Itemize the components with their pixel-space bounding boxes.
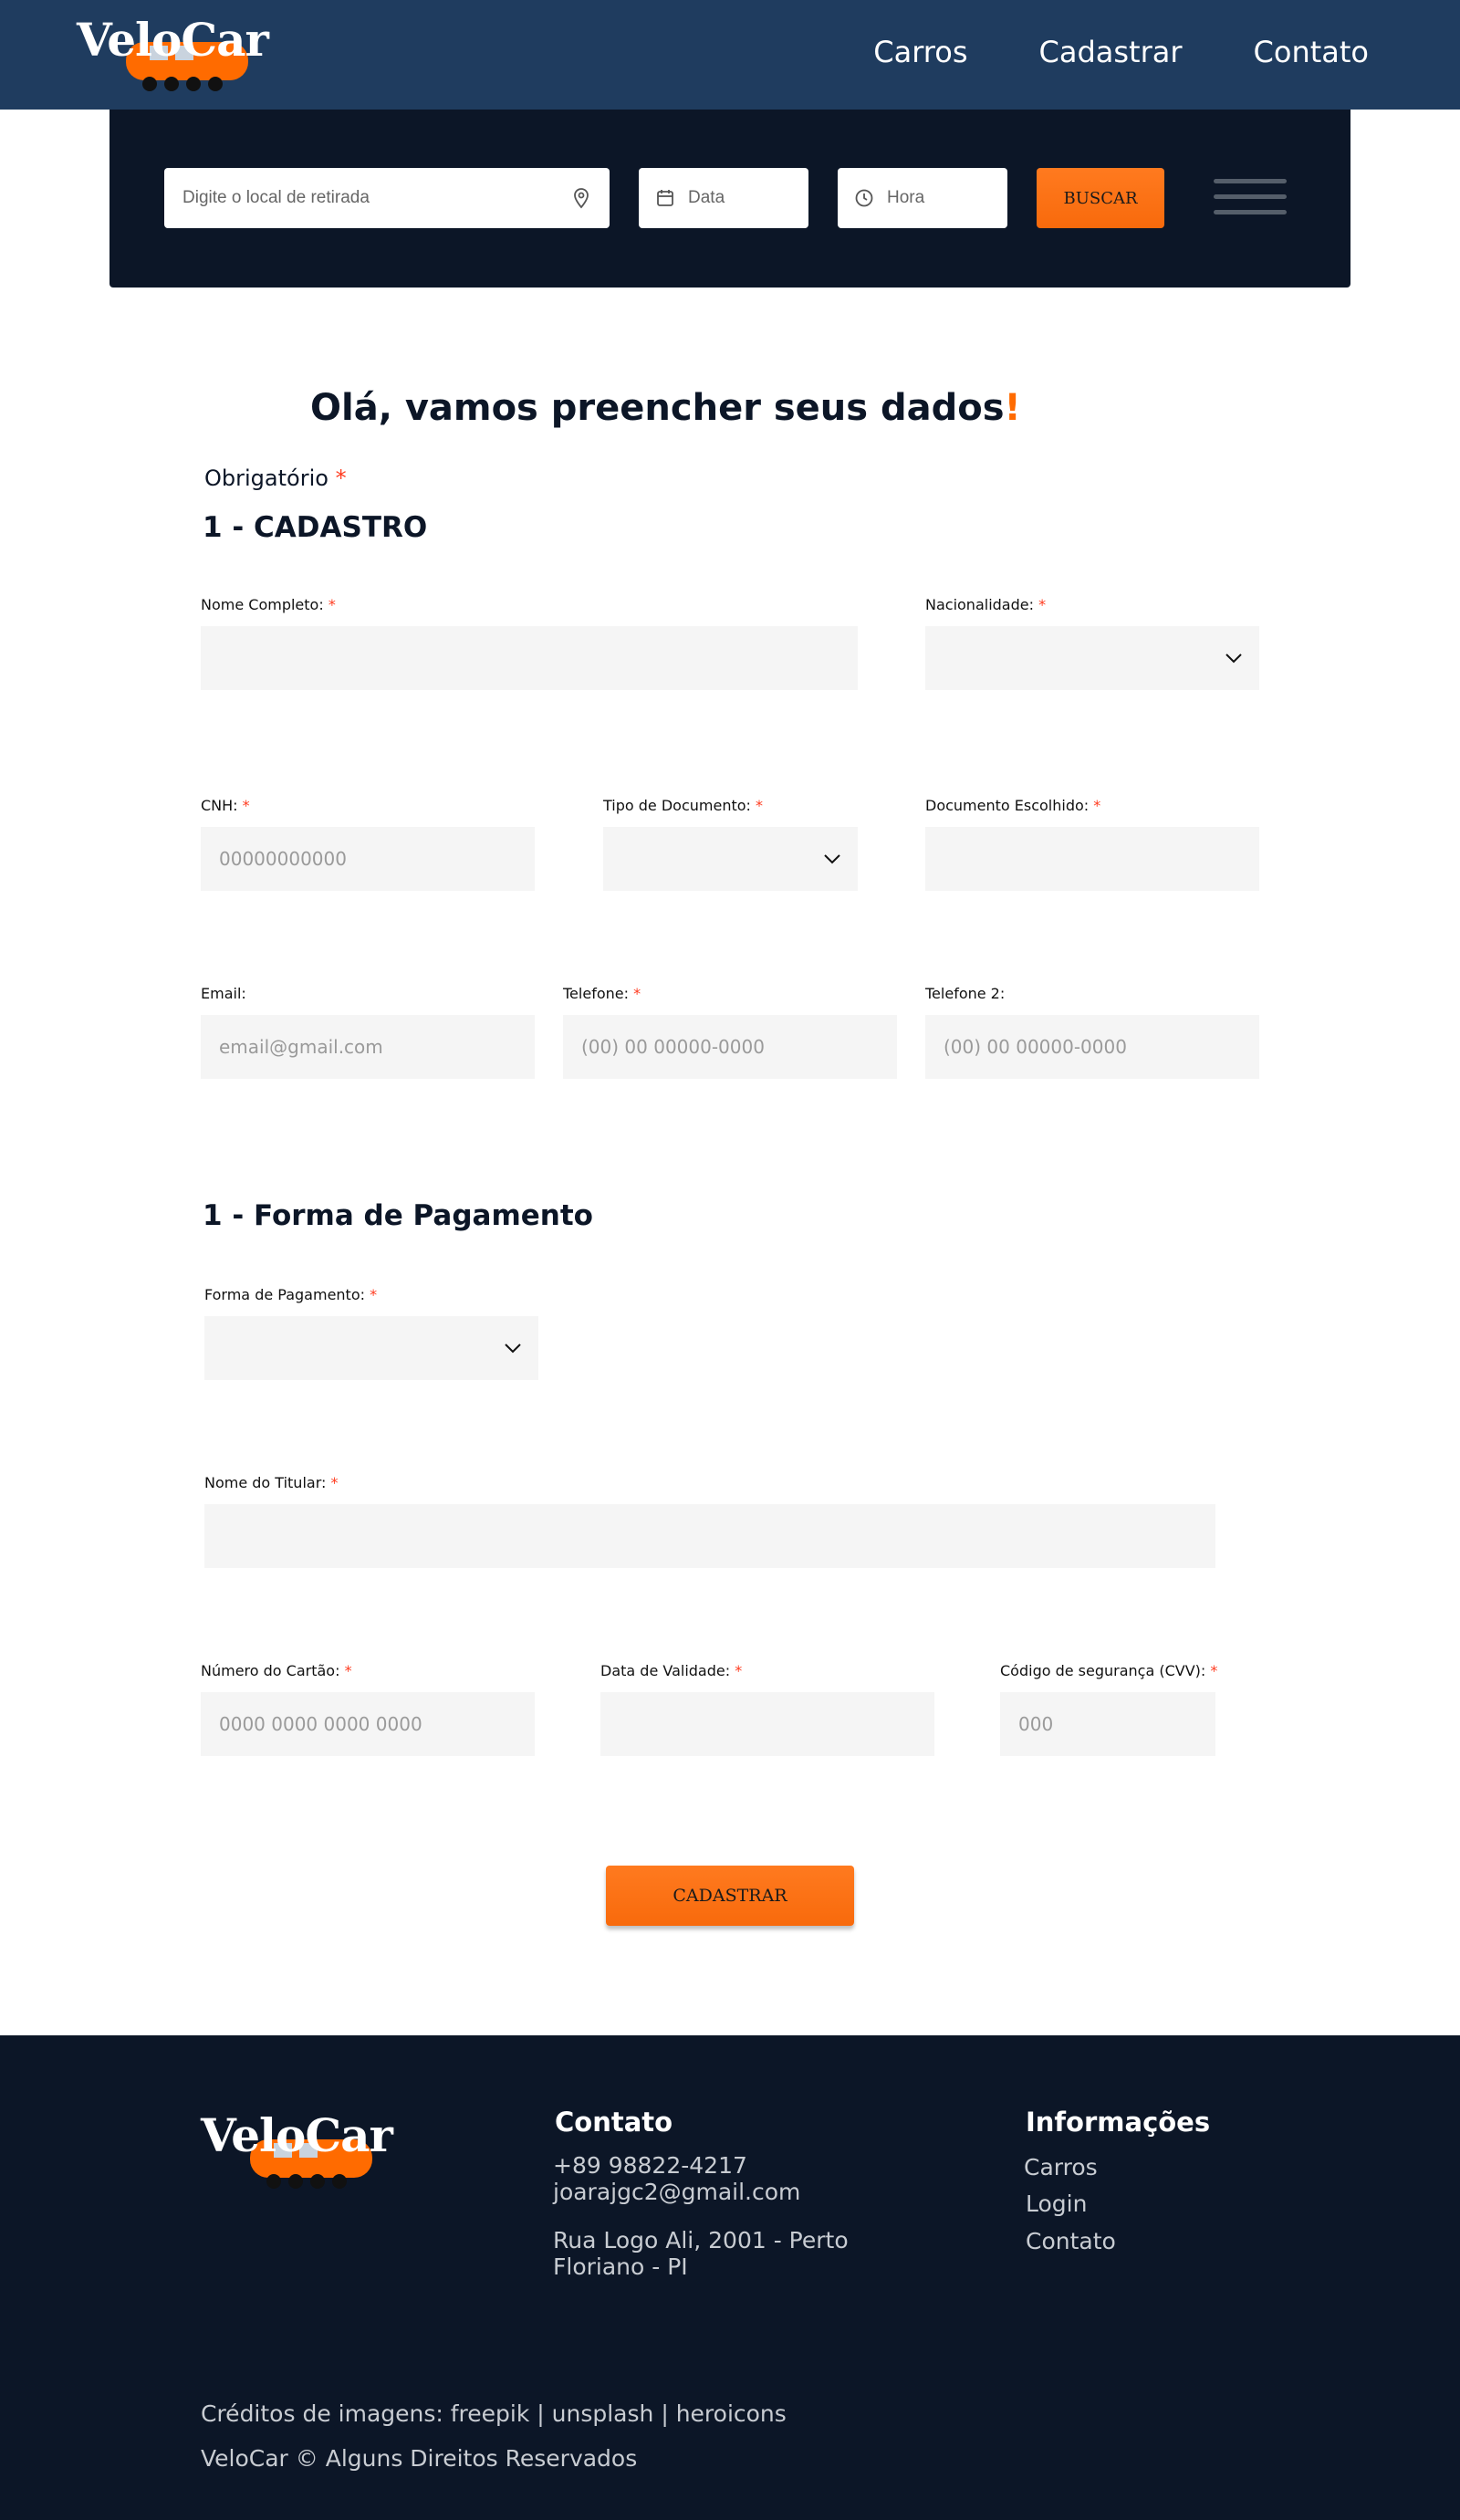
page-title: Olá, vamos preencher seus dados! — [310, 387, 1021, 429]
pickup-location-input[interactable]: Digite o local de retirada — [164, 168, 610, 228]
section-title-pagamento: 1 - Forma de Pagamento — [203, 1199, 593, 1232]
footer-info-title: Informações — [1026, 2107, 1211, 2138]
logo-text: VeloCar — [77, 13, 269, 67]
footer-logo[interactable]: VeloCar — [201, 2108, 393, 2209]
chevron-down-icon — [1225, 654, 1242, 664]
greeting-text: Olá, vamos preencher seus dados — [310, 387, 1005, 429]
pickup-location-placeholder: Digite o local de retirada — [182, 188, 370, 207]
section-title-cadastro: 1 - CADASTRO — [203, 511, 428, 544]
footer-address-line1: Rua Logo Ali, 2001 - Perto — [553, 2227, 849, 2253]
documento-escolhido-label: Documento Escolhido: * — [925, 797, 1101, 814]
greeting-mark: ! — [1004, 387, 1021, 429]
hamburger-menu-icon[interactable] — [1214, 179, 1287, 217]
telefone-input[interactable] — [563, 1015, 897, 1079]
cadastrar-button[interactable]: CADASTRAR — [606, 1866, 854, 1926]
nome-titular-label: Nome do Titular: * — [204, 1474, 339, 1491]
required-note-text: Obrigatório — [204, 465, 328, 491]
telefone2-label: Telefone 2: — [925, 985, 1006, 1002]
location-pin-icon — [574, 188, 589, 209]
cvv-label: Código de segurança (CVV): * — [1000, 1662, 1218, 1679]
tipo-documento-select[interactable] — [603, 827, 858, 891]
nacionalidade-select[interactable] — [925, 626, 1259, 690]
tipo-documento-label: Tipo de Documento: * — [603, 797, 764, 814]
nome-titular-input[interactable] — [204, 1504, 1215, 1568]
nav-link-cadastrar[interactable]: Cadastrar — [1039, 35, 1183, 69]
data-validade-input[interactable] — [600, 1692, 934, 1756]
nome-completo-input[interactable] — [201, 626, 858, 690]
header-logo[interactable]: VeloCar — [77, 13, 269, 104]
main-nav: Carros Cadastrar Contato — [873, 35, 1369, 69]
forma-pagamento-select[interactable] — [204, 1316, 538, 1380]
footer-email[interactable]: joarajgc2@gmail.com — [553, 2179, 800, 2205]
date-placeholder: Data — [688, 188, 725, 207]
search-bar: Digite o local de retirada Data Hora BUS… — [110, 110, 1350, 288]
footer: VeloCar Contato +89 98822-4217 joarajgc2… — [0, 2035, 1460, 2520]
time-input[interactable]: Hora — [838, 168, 1007, 228]
footer-contato-title: Contato — [555, 2107, 673, 2138]
telefone-label: Telefone: * — [563, 985, 641, 1002]
footer-phone: +89 98822-4217 — [553, 2152, 747, 2179]
required-note: Obrigatório * — [204, 465, 347, 491]
nav-link-carros[interactable]: Carros — [873, 35, 967, 69]
chevron-down-icon — [505, 1344, 521, 1354]
footer-logo-text: VeloCar — [201, 2108, 393, 2162]
top-navbar: VeloCar Carros Cadastrar Contato — [0, 0, 1460, 110]
nacionalidade-label: Nacionalidade: * — [925, 596, 1047, 613]
documento-escolhido-input[interactable] — [925, 827, 1259, 891]
telefone2-input[interactable] — [925, 1015, 1259, 1079]
search-button[interactable]: BUSCAR — [1037, 168, 1164, 228]
cvv-input[interactable] — [1000, 1692, 1215, 1756]
time-placeholder: Hora — [887, 188, 925, 207]
footer-copyright: VeloCar © Alguns Direitos Reservados — [201, 2445, 638, 2472]
nome-completo-label: Nome Completo: * — [201, 596, 336, 613]
cnh-input[interactable] — [201, 827, 535, 891]
footer-link-contato[interactable]: Contato — [1026, 2228, 1116, 2254]
data-validade-label: Data de Validade: * — [600, 1662, 743, 1679]
clock-icon — [855, 189, 873, 207]
nav-link-contato[interactable]: Contato — [1254, 35, 1369, 69]
forma-pagamento-label: Forma de Pagamento: * — [204, 1286, 378, 1303]
footer-address-line2: Floriano - PI — [553, 2253, 688, 2280]
cnh-label: CNH: * — [201, 797, 250, 814]
footer-link-carros[interactable]: Carros — [1024, 2154, 1098, 2180]
footer-link-login[interactable]: Login — [1026, 2191, 1087, 2217]
required-star: * — [335, 465, 347, 491]
calendar-icon — [657, 190, 673, 206]
date-input[interactable]: Data — [639, 168, 808, 228]
email-label: Email: — [201, 985, 246, 1002]
numero-cartao-label: Número do Cartão: * — [201, 1662, 352, 1679]
footer-credits: Créditos de imagens: freepik | unsplash … — [201, 2400, 787, 2427]
email-field[interactable] — [201, 1015, 535, 1079]
chevron-down-icon — [824, 854, 840, 864]
numero-cartao-input[interactable] — [201, 1692, 535, 1756]
